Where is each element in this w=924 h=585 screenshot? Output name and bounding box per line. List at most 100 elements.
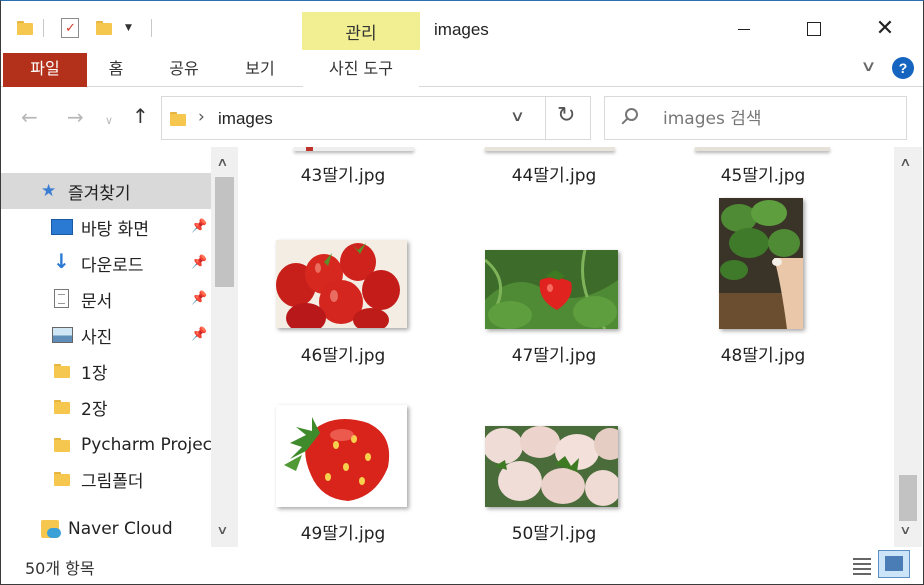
file-name[interactable]: 44딸기.jpg xyxy=(454,161,654,186)
sidebar-item-naver-cloud[interactable]: Naver Cloud xyxy=(1,511,211,547)
file-name[interactable]: 43딸기.jpg xyxy=(243,161,443,186)
back-arrow-icon[interactable]: ← xyxy=(21,107,38,127)
refresh-icon[interactable]: ↻ xyxy=(557,103,575,128)
file-name[interactable]: 50딸기.jpg xyxy=(454,519,654,544)
file-name[interactable]: 48딸기.jpg xyxy=(663,341,863,366)
document-icon xyxy=(54,289,69,308)
sidebar-item-label: 사진 xyxy=(81,327,113,348)
close-button[interactable]: ✕ xyxy=(862,11,908,47)
tab-picture-tools[interactable]: 사진 도구 xyxy=(303,53,419,87)
details-view-icon[interactable] xyxy=(851,555,873,577)
strawberry-plant-image xyxy=(485,250,618,329)
sidebar-item-label: 문서 xyxy=(81,291,113,312)
strawberry-image xyxy=(276,405,407,507)
file-name[interactable]: 47딸기.jpg xyxy=(454,341,654,366)
download-icon: ↓ xyxy=(53,249,70,273)
folder-icon xyxy=(54,400,70,414)
pictures-icon xyxy=(52,327,73,343)
search-input[interactable] xyxy=(663,107,893,131)
file-name[interactable]: 49딸기.jpg xyxy=(243,519,443,544)
pin-icon[interactable]: 📌 xyxy=(191,291,207,306)
window-title: images xyxy=(434,20,489,39)
sidebar-item-label: 그림폴더 xyxy=(81,471,144,492)
scrollbar-thumb[interactable] xyxy=(899,475,917,521)
naver-cloud-icon xyxy=(41,520,61,538)
navigation-pane: ★ 즐겨찾기 바탕 화면 📌 ↓ 다운로드 📌 문서 📌 사진 📌 1장 2장 … xyxy=(1,147,239,547)
tab-file[interactable]: 파일 xyxy=(3,53,87,87)
search-box[interactable] xyxy=(604,96,907,140)
tab-home[interactable]: 홈 xyxy=(95,53,137,87)
sidebar-item-label: 2장 xyxy=(81,399,108,420)
scroll-up-icon[interactable]: ∧ xyxy=(216,155,228,169)
file-name[interactable]: 46딸기.jpg xyxy=(243,341,443,366)
sidebar-item-1jang[interactable]: 1장 xyxy=(1,353,211,389)
tab-manage[interactable]: 관리 xyxy=(302,12,420,50)
breadcrumb[interactable]: images xyxy=(218,109,273,129)
pin-icon[interactable]: 📌 xyxy=(191,219,207,234)
thumbnail-46[interactable] xyxy=(276,240,407,328)
sidebar-item-2jang[interactable]: 2장 xyxy=(1,389,211,425)
pin-icon[interactable]: 📌 xyxy=(191,255,207,270)
file-name[interactable]: 45딸기.jpg xyxy=(663,161,863,186)
white-strawberries-image xyxy=(485,426,618,507)
strawberry-field-image xyxy=(719,198,803,329)
maximize-button[interactable] xyxy=(791,11,837,47)
folder-icon xyxy=(54,438,70,452)
close-icon: ✕ xyxy=(875,16,895,41)
sidebar-item-label: Pycharm Project xyxy=(81,435,219,455)
scrollbar-thumb[interactable] xyxy=(215,177,234,287)
content-scrollbar[interactable]: ∧ ∨ xyxy=(894,147,922,547)
forward-arrow-icon[interactable]: → xyxy=(67,107,84,127)
sidebar-item-desktop[interactable]: 바탕 화면 📌 xyxy=(1,209,211,245)
recent-locations-icon[interactable]: ∨ xyxy=(105,111,113,131)
sidebar-item-pycharm-project[interactable]: Pycharm Project xyxy=(1,427,219,463)
star-icon: ★ xyxy=(41,181,57,201)
toolbar-divider xyxy=(151,19,152,37)
sidebar-item-picture-folder[interactable]: 그림폴더 xyxy=(1,461,211,497)
nav-scrollbar[interactable]: ∧ ∨ xyxy=(211,147,238,547)
large-icons-view-icon[interactable] xyxy=(878,550,910,578)
chevron-right-icon[interactable]: › xyxy=(198,107,205,127)
help-icon[interactable]: ? xyxy=(892,57,914,79)
new-folder-icon[interactable] xyxy=(96,21,112,35)
tab-view[interactable]: 보기 xyxy=(235,53,285,87)
thumbnail-49[interactable] xyxy=(276,405,407,507)
file-view: 43딸기.jpg 44딸기.jpg 45딸기.jpg 46딸기.jpg 47딸기… xyxy=(239,147,894,547)
properties-icon[interactable]: ✓ xyxy=(61,18,79,38)
sidebar-item-label: 즐겨찾기 xyxy=(68,183,131,204)
sidebar-item-label: 다운로드 xyxy=(81,255,144,276)
pin-icon[interactable]: 📌 xyxy=(191,327,207,342)
minimize-button[interactable] xyxy=(721,11,767,47)
expand-ribbon-icon[interactable]: ∨ xyxy=(860,57,876,75)
item-count: 50개 항목 xyxy=(25,559,95,578)
strawberries-image xyxy=(276,240,407,328)
sidebar-item-label: 1장 xyxy=(81,363,108,384)
thumbnail-43[interactable] xyxy=(294,147,414,151)
folder-icon xyxy=(170,112,186,126)
scroll-up-icon[interactable]: ∧ xyxy=(899,155,911,169)
thumbnail-47[interactable] xyxy=(485,250,618,329)
tab-share[interactable]: 공유 xyxy=(159,53,209,87)
sidebar-item-label: Naver Cloud xyxy=(68,519,173,539)
explorer-window: ✓ ▼ 관리 images ✕ 파일 홈 공유 보기 사진 도구 ∨ ? ← →… xyxy=(0,0,924,585)
title-bar: ✓ ▼ 관리 images ✕ xyxy=(1,1,923,53)
sidebar-item-pictures[interactable]: 사진 📌 xyxy=(1,317,211,353)
sidebar-item-label: 바탕 화면 xyxy=(81,219,149,240)
address-bar[interactable]: › images ∨ ↻ xyxy=(161,96,591,140)
thumbnail-50[interactable] xyxy=(485,426,618,507)
scroll-down-icon[interactable]: ∨ xyxy=(899,523,911,537)
sidebar-item-documents[interactable]: 문서 📌 xyxy=(1,281,211,317)
thumbnail-48[interactable] xyxy=(719,198,803,329)
sidebar-item-quick-access[interactable]: ★ 즐겨찾기 xyxy=(1,173,211,209)
thumbnail-44[interactable] xyxy=(485,147,615,151)
chevron-down-icon[interactable]: ∨ xyxy=(510,107,525,125)
thumbnail-45[interactable] xyxy=(695,147,830,151)
up-arrow-icon[interactable]: ↑ xyxy=(132,106,149,126)
customize-toolbar-icon[interactable]: ▼ xyxy=(125,23,132,33)
maximize-icon xyxy=(807,22,821,36)
folder-icon xyxy=(17,21,33,35)
toolbar-divider xyxy=(43,19,44,37)
search-icon xyxy=(625,108,638,121)
sidebar-item-downloads[interactable]: ↓ 다운로드 📌 xyxy=(1,245,211,281)
scroll-down-icon[interactable]: ∨ xyxy=(216,523,228,537)
